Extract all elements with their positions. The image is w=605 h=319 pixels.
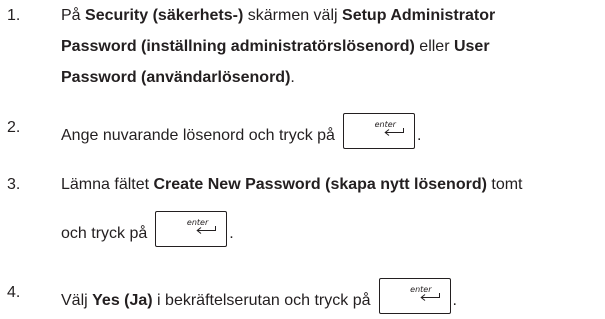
step-3-line-1: Lämna fältet Create New Password (skapa … [61,176,523,193]
return-arrow-icon [196,226,217,234]
enter-key: enter [155,211,228,247]
step-3-number: 3. [7,176,21,193]
step-4-line-1: Välj Yes (Ja) i bekräftelserutan och try… [61,278,457,319]
step-1-line-1: På Security (säkerhets-) skärmen välj Se… [61,7,496,24]
step-2-number: 2. [7,119,21,136]
return-arrow-icon [384,128,404,136]
enter-key: enter [378,278,451,314]
step-4-number: 4. [7,284,21,301]
return-arrow-icon [419,293,440,301]
step-3-line-2: och tryck på enter. [61,211,234,252]
step-1-line-3: Password (användarlösenord). [61,69,295,86]
step-1-number: 1. [7,7,21,24]
step-1-line-2: Password (inställning administratörslöse… [61,38,490,55]
enter-key: enter [342,113,415,149]
instruction-document: 1. På Security (säkerhets-) skärmen välj… [0,0,605,314]
step-2-line-1: Ange nuvarande lösenord och tryck på ente… [61,113,421,154]
